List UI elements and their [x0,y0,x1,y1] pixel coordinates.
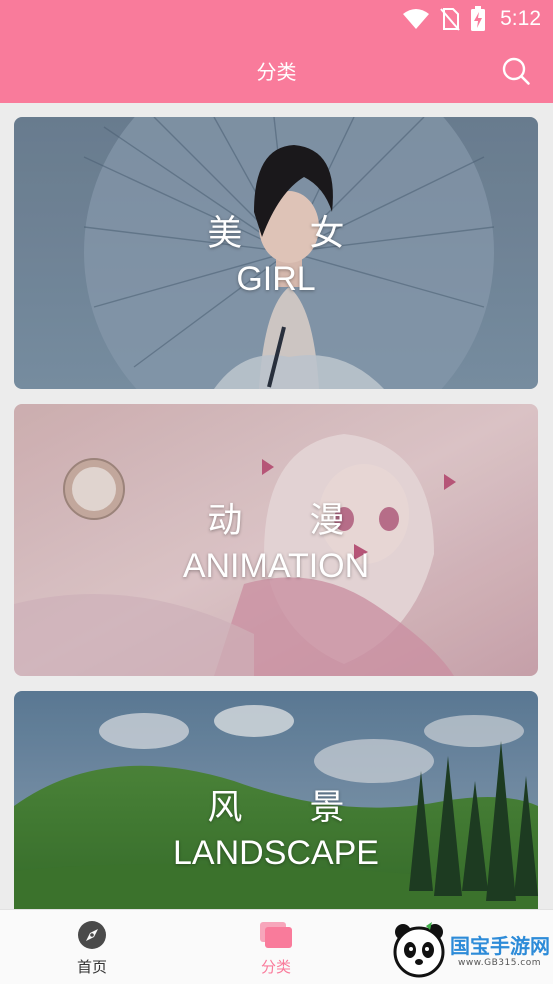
category-title-cn: 风 景 [207,788,373,828]
category-card-animation[interactable]: 动 漫 ANIMATION [14,404,538,676]
watermark-url: www.GB315.com [458,958,542,968]
compass-icon [78,921,106,949]
nav-home-label: 首页 [76,958,107,976]
page-title: 分类 [256,60,297,84]
category-title-en: LANDSCAPE [173,834,379,872]
category-card-girl[interactable]: 美 女 GIRL [14,117,538,389]
nav-category-label: 分类 [260,958,291,976]
panda-logo-icon [393,922,445,978]
nav-category[interactable]: 分类 [216,910,336,984]
status-time: 5:12 [500,7,541,30]
category-card-landscape[interactable]: 风 景 LANDSCAPE [14,691,538,909]
category-title-cn: 美 女 [207,214,373,254]
no-sim-icon [440,8,460,31]
status-icons: 5:12 [402,6,541,31]
watermark-text: 国宝手游网 [450,934,550,958]
cards-icon [260,922,292,948]
category-title-en: GIRL [236,260,316,298]
status-bar: 5:12 [0,0,553,38]
app-bar: 分类 [0,38,553,103]
nav-home[interactable]: 首页 [32,910,152,984]
battery-charging-icon [471,6,486,31]
search-icon[interactable] [501,56,531,86]
watermark-logo: 国宝手游网 www.GB315.com [390,920,550,980]
category-title-cn: 动 漫 [207,501,373,541]
category-list: 美 女 GIRL 动 漫 ANIMATION 风 景 LANDSCAPE [0,103,553,909]
wifi-icon [403,9,430,29]
category-title-en: ANIMATION [182,547,370,585]
